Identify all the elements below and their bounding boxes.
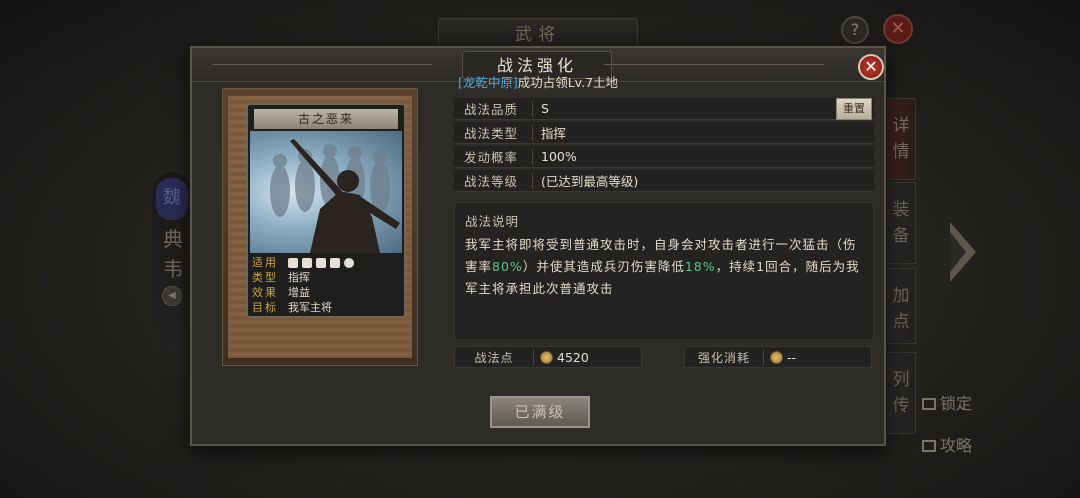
card-row-value: 增益 <box>288 286 310 299</box>
card-row-applies: 适用 <box>252 255 402 270</box>
description-part: ）并使其造成兵刃伤害降低 <box>522 259 685 274</box>
dialog-close-button[interactable]: ✕ <box>858 54 884 80</box>
hero-name: 典韦 <box>163 227 183 281</box>
info-row-type: 战法类型 指挥 <box>454 122 874 144</box>
rate-value: 100% <box>541 149 577 164</box>
faction-badge: 魏 <box>156 178 188 220</box>
card-row-value: 我军主将 <box>288 301 332 314</box>
tab-points[interactable]: 加点 <box>886 268 916 344</box>
damage-rate-value: 80% <box>492 259 523 274</box>
tab-biography[interactable]: 列传 <box>886 352 916 434</box>
reset-button[interactable]: 重置 <box>836 97 872 120</box>
skill-upgrade-dialog: 战法强化 [龙乾中原]成功占领Lv.7土地 ✕ 古之恶来 适用 类型 指挥 效果… <box>190 46 886 446</box>
tab-details[interactable]: 详情 <box>886 98 916 180</box>
skill-card: 古之恶来 适用 类型 指挥 效果 增益 目标 我军主将 <box>246 103 406 318</box>
card-row-effect: 效果 增益 <box>252 285 402 300</box>
lock-label: 锁定 <box>940 394 973 413</box>
guide-link[interactable]: 攻略 <box>922 432 972 456</box>
troop-icons <box>288 255 354 270</box>
skill-points: 战法点 4520 <box>454 346 642 368</box>
level-value: (已达到最高等级) <box>541 174 639 189</box>
card-row-key: 效果 <box>252 286 278 299</box>
skill-points-label: 战法点 <box>474 350 514 365</box>
skill-description-box: 战法说明 我军主将即将受到普通攻击时，自身会对攻击者进行一次猛击（伤害率80%）… <box>454 202 874 340</box>
type-value: 指挥 <box>541 126 567 141</box>
upgrade-cost-value: -- <box>787 349 797 365</box>
coin-icon <box>770 350 783 364</box>
info-row-level: 战法等级 (已达到最高等级) <box>454 170 874 192</box>
siege-icon <box>344 257 354 268</box>
card-row-target: 目标 我军主将 <box>252 300 402 315</box>
info-row-quality: 战法品质 S 重置 <box>454 97 874 120</box>
skill-points-value: 4520 <box>557 349 589 365</box>
card-row-value: 指挥 <box>288 271 310 284</box>
divider <box>763 349 764 365</box>
voice-icon[interactable]: ◀ <box>162 286 182 306</box>
skill-artwork <box>250 131 402 253</box>
tab-equipment[interactable]: 装备 <box>886 182 916 264</box>
divider <box>533 349 534 365</box>
spear-icon <box>330 257 340 268</box>
arrow-inner <box>950 232 966 272</box>
card-row-key: 适用 <box>252 256 278 269</box>
warriors-illustration <box>270 139 400 253</box>
lock-icon <box>922 398 936 410</box>
damage-reduction-value: 18% <box>684 259 716 274</box>
info-row-rate: 发动概率 100% <box>454 146 874 168</box>
skill-name: 古之恶来 <box>254 109 398 129</box>
guide-icon <box>922 440 936 452</box>
skill-info-table: 战法品质 S 重置 战法类型 指挥 发动概率 100% 战法等级 (已达到最高等… <box>454 97 874 194</box>
quality-value: S <box>541 101 549 116</box>
cavalry-icon <box>288 257 298 268</box>
unlock-condition-text: 成功占领Lv.7土地 <box>517 75 619 90</box>
card-row-type: 类型 指挥 <box>252 270 402 285</box>
skill-card-stats: 适用 类型 指挥 效果 增益 目标 我军主将 <box>252 255 402 315</box>
description-text: 我军主将即将受到普通攻击时，自身会对攻击者进行一次猛击（伤害率80%）并使其造成… <box>465 234 863 300</box>
description-title: 战法说明 <box>465 214 520 229</box>
help-icon[interactable]: ? <box>841 16 869 44</box>
lock-link[interactable]: 锁定 <box>922 390 972 414</box>
type-label: 战法类型 <box>464 126 519 141</box>
unlock-condition-link[interactable]: [龙乾中原] <box>458 75 518 90</box>
points-bar: 战法点 4520 强化消耗 -- <box>454 346 874 368</box>
bow-icon <box>316 257 326 268</box>
page-close-icon[interactable]: ✕ <box>883 14 913 44</box>
rate-label: 发动概率 <box>464 150 519 165</box>
shield-icon <box>302 257 312 268</box>
level-label: 战法等级 <box>464 174 519 189</box>
guide-label: 攻略 <box>940 436 973 455</box>
upgrade-cost: 强化消耗 -- <box>684 346 872 368</box>
upgrade-cost-label: 强化消耗 <box>697 350 750 365</box>
card-row-key: 目标 <box>252 301 278 314</box>
quality-label: 战法品质 <box>464 102 519 117</box>
coin-icon <box>540 350 553 364</box>
card-row-key: 类型 <box>252 271 278 284</box>
max-level-button[interactable]: 已满级 <box>490 396 590 428</box>
